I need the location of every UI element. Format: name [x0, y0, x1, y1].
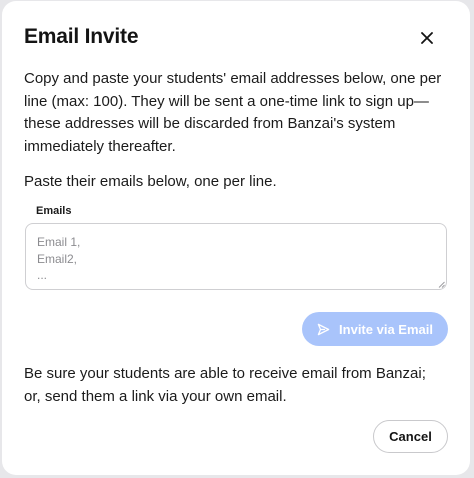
invite-via-email-button[interactable]: Invite via Email	[302, 312, 448, 346]
send-icon	[317, 323, 330, 335]
paste-instruction: Paste their emails below, one per line.	[24, 173, 277, 190]
close-button[interactable]	[416, 27, 438, 49]
email-invite-dialog: Email Invite Copy and paste your student…	[2, 1, 470, 475]
close-icon	[421, 32, 433, 44]
delivery-note: Be sure your students are able to receiv…	[24, 365, 426, 405]
dialog-title: Email Invite	[24, 25, 139, 48]
invite-button-label: Invite via Email	[339, 321, 433, 337]
resize-grip-icon[interactable]	[438, 281, 445, 288]
emails-textarea[interactable]	[25, 223, 447, 290]
dialog-description: Copy and paste your students' email addr…	[24, 70, 442, 155]
cancel-button[interactable]: Cancel	[373, 420, 448, 453]
emails-label: Emails	[36, 205, 72, 217]
